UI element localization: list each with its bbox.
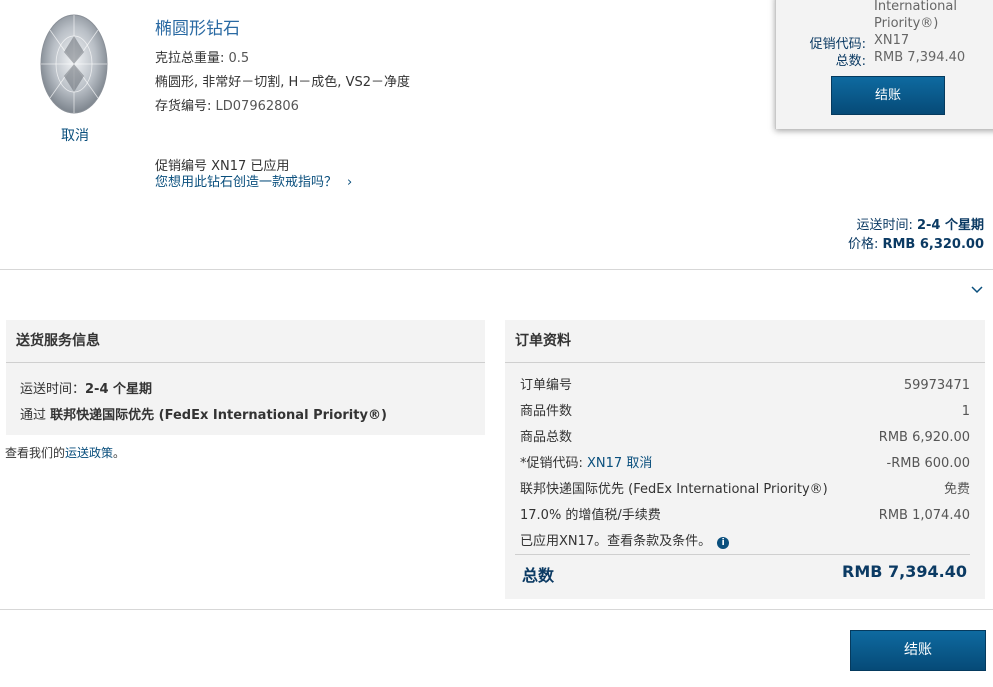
order-details-panel: 订单资料 订单编号 59973471 商品件数 1 商品总数 RMB 6,920…	[505, 320, 985, 599]
popup-total-value: RMB 7,394.40	[874, 50, 966, 65]
order-total-label: 总数	[522, 566, 555, 585]
popup-promo-value: XN17	[874, 33, 910, 48]
checkout-button[interactable]: 结账	[850, 630, 986, 671]
shipping-policy-note: 查看我们的运送政策。	[5, 444, 125, 461]
order-row-value: 59973471	[903, 378, 970, 393]
chevron-right-icon: ›	[347, 175, 353, 190]
shipping-info-panel: 送货服务信息 运送时间：2-4 个星期 通过 联邦快递国际优先 (FedEx I…	[6, 320, 485, 435]
order-row-label: 商品件数	[520, 404, 573, 419]
order-total-value: RMB 7,394.40	[842, 562, 967, 581]
order-row-label: 联邦快递国际优先 (FedEx International Priority®)	[520, 482, 828, 497]
item-price-label: 价格:	[847, 237, 879, 252]
order-row-value: 1	[961, 404, 970, 419]
order-row-promo: *促销代码: XN17 取消 -RMB 600.00	[520, 451, 970, 477]
shipping-time-value: 2-4 个星期	[85, 382, 153, 397]
stock-value: LD07962806	[215, 99, 299, 114]
cancel-item-link[interactable]: 取消	[61, 125, 89, 145]
order-row-value: RMB 6,920.00	[878, 430, 970, 445]
order-details-title: 订单资料	[505, 320, 985, 363]
remove-promo-link[interactable]: 取消	[626, 456, 652, 471]
order-row-value: RMB 1,074.40	[878, 508, 970, 523]
popup-shipping-method-line2: Priority®)	[874, 16, 939, 31]
shipping-info-title: 送货服务信息	[6, 320, 485, 363]
order-row-shipping: 联邦快递国际优先 (FedEx International Priority®)…	[520, 477, 970, 503]
order-row-vat: 17.0% 的增值税/手续费 RMB 1,074.40	[520, 503, 970, 529]
item-ship-time-label: 运送时间:	[856, 218, 913, 233]
promo-code-value: XN17	[587, 456, 623, 471]
stock-number: 存货编号: LD07962806	[155, 99, 299, 114]
product-title[interactable]: 椭圆形钻石	[155, 14, 240, 39]
popup-checkout-button[interactable]: 结账	[831, 76, 945, 115]
shipping-time-label: 运送时间：	[20, 382, 86, 397]
create-ring-link[interactable]: 您想用此钻石创造一款戒指吗？ ›	[155, 171, 352, 190]
order-row-terms: 已应用XN17。查看条款及条件。 i	[520, 529, 970, 555]
popup-shipping-method-line1: International	[874, 0, 957, 14]
item-ship-time: 运送时间: 2-4 个星期	[856, 214, 984, 233]
info-icon[interactable]: i	[717, 537, 730, 549]
shipping-policy-link[interactable]: 运送政策	[65, 446, 113, 460]
divider	[0, 609, 993, 610]
diamond-spec: 椭圆形, 非常好－切割, H－成色, VS2－净度	[155, 75, 410, 90]
stock-label: 存货编号	[155, 99, 208, 114]
carat-value: 0.5	[228, 51, 250, 66]
shipping-via-value: 联邦快递国际优先 (FedEx International Priority®)	[50, 408, 387, 423]
order-row-label: 17.0% 的增值税/手续费	[520, 508, 661, 523]
carat-weight: 克拉总重量: 0.5	[155, 51, 250, 66]
order-row-item-count: 商品件数 1	[520, 399, 970, 425]
policy-suffix: 。	[113, 446, 126, 460]
divider	[0, 269, 993, 270]
order-row-subtotal: 商品总数 RMB 6,920.00	[520, 425, 970, 451]
shipping-time: 运送时间：2-4 个星期	[20, 378, 152, 397]
order-row-value: 免费	[943, 482, 970, 497]
terms-note: 已应用XN17。查看条款及条件。	[520, 534, 712, 549]
diamond-image[interactable]	[38, 12, 110, 116]
carat-label: 克拉总重量	[155, 51, 221, 66]
chevron-down-icon[interactable]	[971, 282, 983, 298]
order-row-label: 订单编号	[520, 378, 573, 393]
order-row-value: -RMB 600.00	[886, 456, 970, 471]
shipping-method: 通过 联邦快递国际优先 (FedEx International Priorit…	[20, 404, 387, 423]
policy-prefix: 查看我们的	[5, 446, 66, 460]
order-row-number: 订单编号 59973471	[520, 373, 970, 399]
order-total-row: 总数 RMB 7,394.40	[515, 554, 970, 587]
shipping-via-prefix: 通过	[20, 408, 47, 423]
item-price-value: RMB 6,320.00	[882, 237, 984, 252]
cart-summary-popup: International Priority®) 促销代码: XN17 总数: …	[775, 0, 993, 129]
create-ring-label[interactable]: 您想用此钻石创造一款戒指吗？	[155, 175, 337, 190]
item-price: 价格: RMB 6,320.00	[848, 233, 984, 252]
item-ship-time-value: 2-4 个星期	[916, 218, 984, 233]
order-row-label: 商品总数	[520, 430, 573, 445]
popup-total-label: 总数:	[835, 54, 866, 69]
order-row-label: *促销代码:	[520, 456, 583, 471]
